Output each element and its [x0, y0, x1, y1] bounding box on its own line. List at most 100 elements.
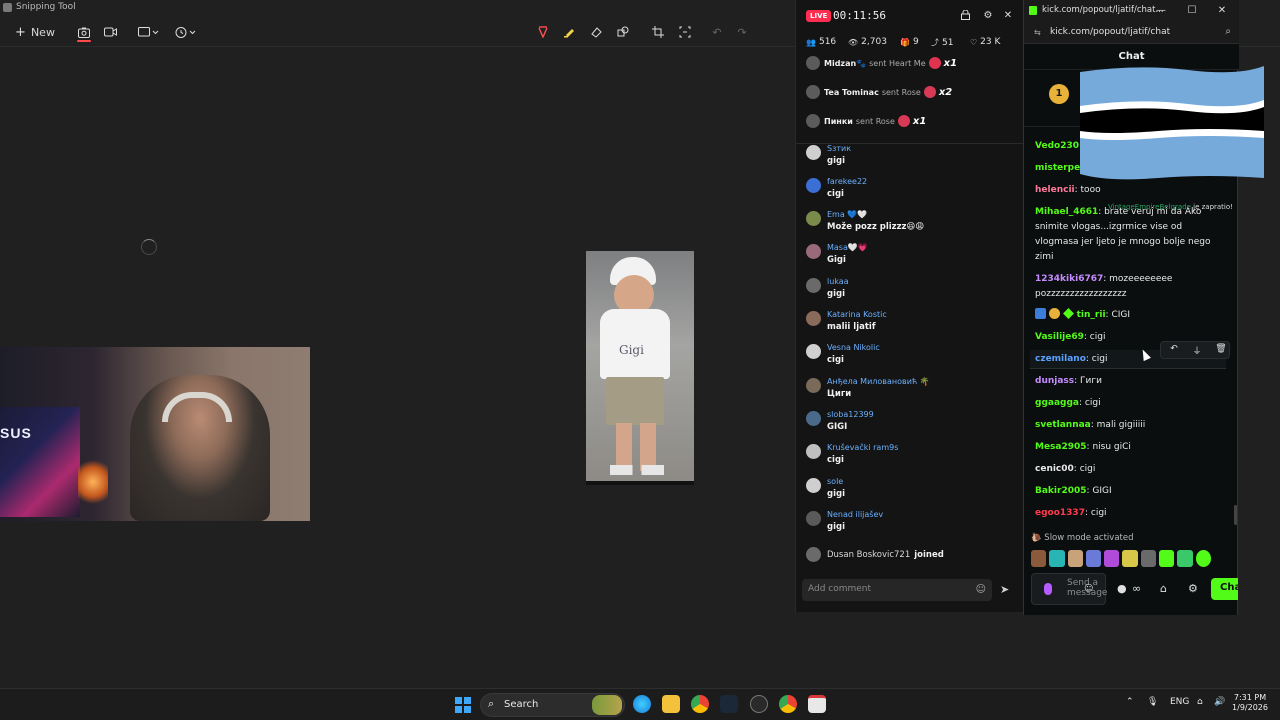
gifts-stat: 🎁 9 [900, 37, 919, 47]
microphone-tray-icon[interactable]: 🎙 [1147, 697, 1158, 707]
emoji-icon[interactable]: ☺ [976, 584, 986, 595]
tray-overflow-icon[interactable]: ⌃ [1126, 697, 1134, 707]
chat-scrollbar[interactable] [1234, 505, 1237, 525]
windows-start-icon[interactable] [455, 697, 471, 713]
add-comment-input[interactable]: Add comment ☺ [802, 579, 992, 601]
timer-dropdown-icon[interactable] [174, 23, 198, 41]
taskbar-clock[interactable]: 7:31 PM 1/9/2026 [1232, 693, 1268, 713]
kick-window-titlebar: kick.com/popout/ljatif/chat... — ☐ ✕ [1024, 0, 1239, 22]
undo-icon[interactable]: ↶ [710, 23, 724, 41]
comment-text: gigi [827, 489, 845, 499]
new-snip-button[interactable]: + New [12, 23, 58, 41]
chat-username[interactable]: Vasilije69 [1035, 332, 1084, 342]
comment-text: gigi [827, 156, 845, 166]
chat-text: CIGI [1111, 310, 1131, 320]
chat-username[interactable]: helencii [1035, 185, 1075, 195]
close-icon[interactable]: ✕ [1215, 4, 1229, 18]
text-actions-icon[interactable] [678, 23, 692, 41]
joined-row: Dusan Boskovic721 joined [806, 547, 944, 562]
emote-icon[interactable] [1031, 550, 1047, 567]
comment-user: lukaa [827, 277, 849, 286]
network-icon[interactable]: ⌂ [1197, 697, 1203, 707]
settings-icon[interactable]: ⚙ [982, 10, 994, 22]
file-explorer-icon[interactable] [662, 695, 680, 713]
chat-username[interactable]: Bakir2005 [1035, 486, 1087, 496]
ballpoint-pen-icon[interactable] [536, 23, 550, 41]
address-bar[interactable]: ⇆ kick.com/popout/ljatif/chat ⌕ [1024, 22, 1239, 44]
steam-icon[interactable] [720, 695, 738, 713]
search-highlight-art [592, 695, 622, 715]
microphone-icon[interactable] [1044, 583, 1052, 595]
redo-icon[interactable]: ↷ [735, 23, 749, 41]
chat-message: ggaagga: cigi [1035, 398, 1101, 408]
comment-user: Katarina Kostic [827, 310, 887, 319]
chat-text: cigi [1084, 398, 1101, 408]
zoom-icon[interactable]: ⌕ [1225, 26, 1231, 37]
send-chat-button[interactable]: Chat [1211, 578, 1238, 600]
crop-icon[interactable] [651, 23, 665, 41]
chat-username[interactable]: Mesa2905 [1035, 442, 1087, 452]
chrome-active-icon[interactable] [779, 695, 797, 713]
chat-message: Mihael_4661: brate veruj mi da Ako snimi… [1035, 207, 1211, 262]
emote-icon[interactable] [1195, 550, 1211, 567]
live-stream-panel: LIVE 00:11:56 ⚙ ✕ 👥 516 👁 2,703 🎁 9 ⤴ 51 ♡ 23… [795, 0, 1024, 612]
chrome-icon[interactable] [691, 695, 709, 713]
emote-icon[interactable] [1067, 550, 1083, 567]
chat-username[interactable]: misterpe [1035, 163, 1080, 173]
emoji-picker-icon[interactable]: ☺ [1084, 584, 1093, 594]
video-mode-icon[interactable] [103, 23, 117, 41]
minimize-icon[interactable]: — [1154, 4, 1168, 18]
eraser-icon[interactable] [589, 23, 603, 41]
comment-user: Vesna Nikolic [827, 343, 880, 352]
child-photo: Gigi [586, 251, 694, 485]
reply-icon[interactable]: ↶ [1166, 344, 1182, 358]
maximize-icon[interactable]: ☐ [1185, 4, 1199, 18]
shapes-icon[interactable] [616, 23, 630, 41]
emote-icon[interactable] [1122, 550, 1138, 567]
snipping-tool-taskbar-icon[interactable] [808, 695, 826, 713]
likes-count: 23 K [980, 37, 1001, 47]
infinity-icon[interactable]: ∞ [1132, 582, 1141, 595]
chat-username[interactable]: 1234kiki6767 [1035, 274, 1103, 284]
store-icon[interactable]: ⌂ [1160, 582, 1167, 595]
volume-icon[interactable]: 🔊 [1214, 697, 1225, 707]
dots-menu-icon[interactable]: ● [1117, 582, 1127, 595]
comment-text: Može pozz plizzz😆😩 [827, 222, 925, 232]
highlighter-icon[interactable] [562, 23, 576, 41]
chat-username[interactable]: svetlannaa [1035, 420, 1091, 430]
delete-icon[interactable]: 🗑 [1213, 344, 1229, 358]
emote-icon[interactable] [1085, 550, 1102, 567]
views-count: 2,703 [861, 37, 887, 47]
avatar [806, 178, 821, 193]
comment-text: GIGI [827, 422, 848, 432]
chat-username[interactable]: cenic00 [1035, 464, 1074, 474]
emote-icon[interactable] [1159, 550, 1175, 567]
snip-shape-dropdown[interactable] [137, 23, 161, 41]
edge-browser-icon[interactable] [633, 695, 651, 713]
chat-username[interactable]: dunjass [1035, 376, 1074, 386]
orange-light [78, 457, 108, 507]
emote-icon[interactable] [1177, 550, 1193, 567]
chat-text: Гиги [1080, 376, 1102, 386]
emote-icon[interactable] [1140, 550, 1157, 567]
language-indicator[interactable]: ENG [1170, 697, 1189, 707]
chat-username[interactable]: czemilano [1035, 354, 1086, 364]
views-stat: 👁 2,703 [848, 37, 887, 47]
chat-username[interactable]: Mihael_4661 [1035, 207, 1098, 217]
chat-settings-icon[interactable]: ⚙ [1188, 582, 1198, 595]
chat-username[interactable]: tin_rii [1077, 310, 1106, 320]
taskbar-search-box[interactable]: ⌕ Search [480, 693, 625, 717]
emote-icon[interactable] [1049, 550, 1065, 567]
lock-icon[interactable] [959, 9, 971, 22]
send-icon[interactable]: ➤ [1000, 583, 1009, 596]
emote-icon[interactable] [1104, 550, 1120, 567]
chat-username[interactable]: ggaagga [1035, 398, 1079, 408]
chat-username[interactable]: egoo1337 [1035, 508, 1085, 518]
screenshot-mode-camera-icon[interactable] [77, 23, 91, 41]
pin-icon[interactable]: ⏚ [1189, 344, 1205, 358]
send-message-input[interactable]: Send a message ☺ [1031, 573, 1107, 605]
close-icon[interactable]: ✕ [1002, 10, 1014, 22]
chat-username[interactable]: Vedo230 [1035, 141, 1079, 151]
app-icon[interactable] [750, 695, 768, 713]
site-info-icon[interactable]: ⇆ [1034, 28, 1041, 37]
